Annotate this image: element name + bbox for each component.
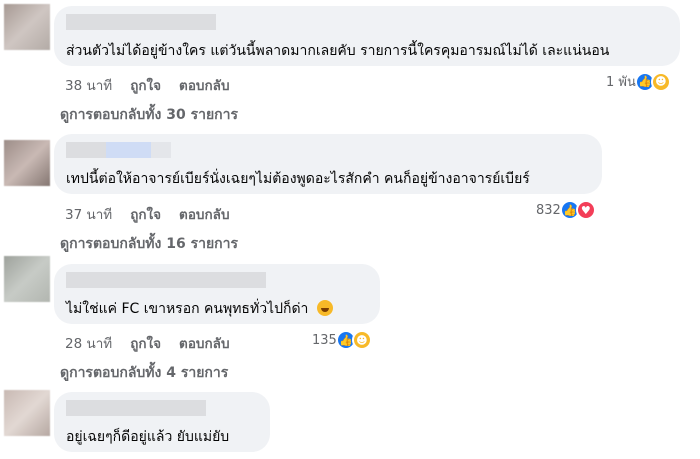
comment-text: ส่วนตัวไม่ได้อยู่ข้างใคร แต่วันนี้พลาดมา… <box>66 43 610 59</box>
comment-text-wrap: ไม่ใช่แค่ FC เขาหรอก คนพุทธทั่วไปก็ด่า <box>66 300 368 318</box>
comment-bubble: อยู่เฉยๆก็ดีอยู่แล้ว ยับแม่ยับ <box>54 392 270 452</box>
comment-text: ไม่ใช่แค่ FC เขาหรอก คนพุทธทั่วไปก็ด่า <box>66 301 309 317</box>
comment-time[interactable]: 37 นาที <box>65 203 112 225</box>
reaction-summary[interactable]: 832 👍 ♥ <box>536 200 596 220</box>
comment-actions: 37 นาที ถูกใจ ตอบกลับ <box>65 203 230 225</box>
like-button[interactable]: ถูกใจ <box>130 332 161 354</box>
haha-icon: ☻ <box>650 71 671 92</box>
like-button[interactable]: ถูกใจ <box>130 203 161 225</box>
view-replies-link[interactable]: ดูการตอบกลับทั้ง 4 รายการ <box>60 362 228 384</box>
reaction-summary[interactable]: 1 พัน 👍 ☻ <box>606 71 671 92</box>
author-name[interactable] <box>66 14 668 30</box>
reaction-count: 1 พัน <box>606 75 636 90</box>
author-name[interactable] <box>66 142 590 158</box>
reaction-summary[interactable]: 135 👍 ☻ <box>312 330 372 350</box>
author-name[interactable] <box>66 272 368 288</box>
rofl-emoji <box>316 300 333 316</box>
comment-text: เทปนี้ต่อให้อาจารย์เบียร์นั่งเฉยๆไม่ต้อง… <box>66 171 530 187</box>
avatar[interactable] <box>4 256 50 302</box>
reply-button[interactable]: ตอบกลับ <box>179 74 229 96</box>
avatar[interactable] <box>4 140 50 186</box>
view-replies-link[interactable]: ดูการตอบกลับทั้ง 30 รายการ <box>60 104 238 126</box>
comment-time[interactable]: 28 นาที <box>65 332 112 354</box>
comment-time[interactable]: 38 นาที <box>65 74 112 96</box>
reaction-count: 832 <box>536 202 561 218</box>
reaction-count: 135 <box>312 332 337 348</box>
reply-button[interactable]: ตอบกลับ <box>179 203 229 225</box>
reply-button[interactable]: ตอบกลับ <box>179 332 229 354</box>
view-replies-text: ดูการตอบกลับทั้ง 4 รายการ <box>60 365 229 381</box>
avatar[interactable] <box>4 390 50 436</box>
avatar[interactable] <box>4 4 50 50</box>
comment-bubble: ส่วนตัวไม่ได้อยู่ข้างใคร แต่วันนี้พลาดมา… <box>54 6 680 66</box>
comment-bubble: ไม่ใช่แค่ FC เขาหรอก คนพุทธทั่วไปก็ด่า <box>54 264 380 324</box>
view-replies-link[interactable]: ดูการตอบกลับทั้ง 16 รายการ <box>60 233 238 255</box>
like-button[interactable]: ถูกใจ <box>130 74 161 96</box>
comment-bubble: เทปนี้ต่อให้อาจารย์เบียร์นั่งเฉยๆไม่ต้อง… <box>54 134 602 194</box>
comment-actions: 28 นาที ถูกใจ ตอบกลับ <box>65 332 230 354</box>
haha-icon: ☻ <box>351 330 372 350</box>
love-icon: ♥ <box>575 200 596 220</box>
author-name[interactable] <box>66 400 258 416</box>
view-replies-text: ดูการตอบกลับทั้ง 30 รายการ <box>60 107 239 123</box>
comment-text: อยู่เฉยๆก็ดีอยู่แล้ว ยับแม่ยับ <box>66 429 230 445</box>
view-replies-text: ดูการตอบกลับทั้ง 16 รายการ <box>60 236 239 252</box>
comment-actions: 38 นาที ถูกใจ ตอบกลับ <box>65 74 230 96</box>
